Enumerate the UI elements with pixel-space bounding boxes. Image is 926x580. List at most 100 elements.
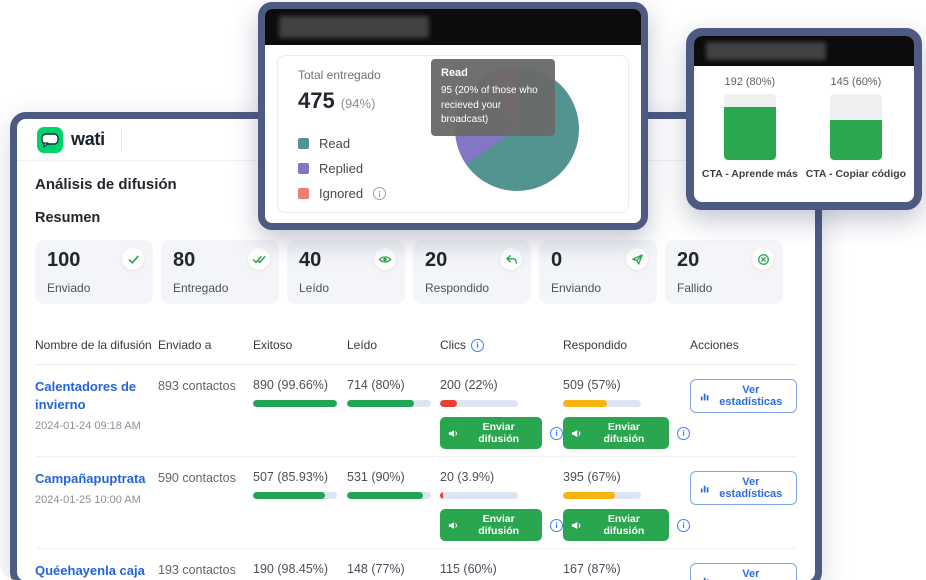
broadcast-date: 2024-01-25 10:00 AM (35, 494, 158, 506)
send-broadcast-button[interactable]: Enviar difusión (440, 417, 542, 449)
bar-chart-icon (700, 483, 710, 494)
total-delivered-pct: (94%) (341, 96, 376, 111)
replied-progress-bar (563, 492, 641, 499)
bar-fill (830, 120, 882, 160)
replied-cell: 167 (87%) Enviar difusión (563, 562, 690, 580)
info-icon[interactable] (677, 427, 690, 440)
summary-stats-row: 100 Enviado 80 Entregado 40 (35, 240, 797, 304)
stat-card-leido: 40 Leído (287, 240, 405, 304)
broadcast-table: Nombre de la difusión Enviado a Exitoso … (35, 330, 797, 580)
check-icon (122, 248, 144, 270)
clicks-progress-bar (440, 400, 518, 407)
legend-label: Replied (319, 161, 363, 176)
send-broadcast-button[interactable]: Enviar difusión (440, 509, 542, 541)
view-stats-label: Ver estadísticas (715, 384, 787, 408)
failed-icon (752, 248, 774, 270)
stat-card-respondido: 20 Respondido (413, 240, 531, 304)
send-broadcast-button[interactable]: Enviar difusión (563, 509, 669, 541)
view-stats-button[interactable]: Ver estadísticas (690, 471, 797, 505)
clicks-cell: 115 (60%) Enviar difusión (440, 562, 563, 580)
bar-track (830, 94, 882, 160)
stat-card-entregado: 80 Entregado (161, 240, 279, 304)
success-value: 190 (98.45%) (253, 562, 347, 576)
success-cell: 507 (85.93%) (253, 470, 347, 499)
replied-cell: 509 (57%) Enviar difusión (563, 378, 690, 449)
col-header-replied: Respondido (563, 338, 690, 352)
clicks-value: 200 (22%) (440, 378, 563, 392)
view-stats-label: Ver estadísticas (715, 476, 787, 500)
send-broadcast-button[interactable]: Enviar difusión (563, 417, 669, 449)
redacted-title (279, 16, 429, 38)
replied-cell: 395 (67%) Enviar difusión (563, 470, 690, 541)
legend-label: Ignored (319, 186, 363, 201)
send-icon (626, 248, 648, 270)
clicks-progress-bar (440, 492, 518, 499)
send-broadcast-label: Enviar difusión (463, 513, 534, 537)
success-value: 507 (85.93%) (253, 470, 347, 484)
chat-bubble-icon (37, 127, 63, 153)
redacted-title (706, 42, 826, 60)
clicks-cell: 200 (22%) Enviar difusión (440, 378, 563, 449)
info-icon[interactable] (677, 519, 690, 532)
megaphone-icon (571, 428, 582, 439)
bar-track (724, 94, 776, 160)
stat-label: Entregado (173, 281, 228, 295)
cta-bar-popup: 192 (80%) CTA - Aprende más 145 (60%) CT… (686, 28, 922, 210)
legend-swatch (298, 138, 309, 149)
screenshot-stage: wati Análisis de difusión Resumen 100 En… (0, 0, 926, 580)
pie-panel: Total entregado 475 (94%) Read Replied I… (277, 55, 629, 213)
bar-category-label: CTA - Copiar código (806, 168, 906, 180)
col-header-name: Nombre de la difusión (35, 338, 158, 352)
info-icon[interactable] (373, 187, 386, 200)
actions-cell: Ver estadísticas (690, 470, 797, 505)
col-header-success: Exitoso (253, 338, 347, 352)
legend-item-ignored: Ignored (298, 186, 628, 201)
megaphone-icon (448, 428, 458, 439)
contacts-cell: 590 contactos (158, 470, 253, 485)
cta-bar-chart: 192 (80%) CTA - Aprende más 145 (60%) CT… (694, 66, 914, 180)
view-stats-button[interactable]: Ver estadísticas (690, 563, 797, 580)
read-cell: 714 (80%) (347, 378, 440, 407)
broadcast-name-link[interactable]: Quéehayenla caja (35, 562, 145, 580)
success-cell: 890 (99.66%) (253, 378, 347, 407)
legend-swatch (298, 188, 309, 199)
success-progress-bar (253, 400, 337, 407)
info-icon[interactable] (471, 339, 484, 352)
table-row: Campañapuptrata 2024-01-25 10:00 AM 590 … (35, 457, 797, 549)
double-check-icon (248, 248, 270, 270)
tooltip-title: Read (441, 67, 545, 79)
pie-tooltip: Read 95 (20% of those who recieved your … (431, 59, 555, 136)
replied-value: 395 (67%) (563, 470, 690, 484)
read-cell: 531 (90%) (347, 470, 440, 499)
brand-name: wati (71, 129, 105, 150)
clicks-cell: 20 (3.9%) Enviar difusión (440, 470, 563, 541)
legend-item-replied: Replied (298, 161, 628, 176)
contacts-cell: 893 contactos (158, 378, 253, 393)
replied-value: 509 (57%) (563, 378, 690, 392)
actions-cell: Ver estadísticas (690, 378, 797, 413)
table-row: Quéehayenla caja 2024-01-26 06:28 PM 193… (35, 549, 797, 580)
megaphone-icon (571, 520, 582, 531)
stat-label: Fallido (677, 281, 712, 295)
read-cell: 148 (77%) (347, 562, 440, 580)
header-divider (121, 129, 122, 151)
megaphone-icon (448, 520, 458, 531)
read-value: 714 (80%) (347, 378, 440, 392)
broadcast-name-link[interactable]: Calentadores de invierno (35, 378, 147, 413)
info-icon[interactable] (550, 519, 563, 532)
info-icon[interactable] (550, 427, 563, 440)
col-header-read: Leído (347, 338, 440, 352)
clicks-value: 115 (60%) (440, 562, 563, 576)
bar-value-label: 192 (80%) (724, 76, 775, 88)
table-header-row: Nombre de la difusión Enviado a Exitoso … (35, 330, 797, 365)
bar-chart-icon (700, 575, 710, 580)
wati-logo[interactable]: wati (37, 127, 105, 153)
view-stats-button[interactable]: Ver estadísticas (690, 379, 797, 413)
send-broadcast-label: Enviar difusión (587, 421, 661, 445)
replied-progress-bar (563, 400, 641, 407)
broadcast-name-link[interactable]: Campañapuptrata (35, 470, 146, 488)
read-value: 531 (90%) (347, 470, 440, 484)
stat-card-fallido: 20 Fallido (665, 240, 783, 304)
col-header-sent-to: Enviado a (158, 338, 253, 352)
success-value: 890 (99.66%) (253, 378, 347, 392)
